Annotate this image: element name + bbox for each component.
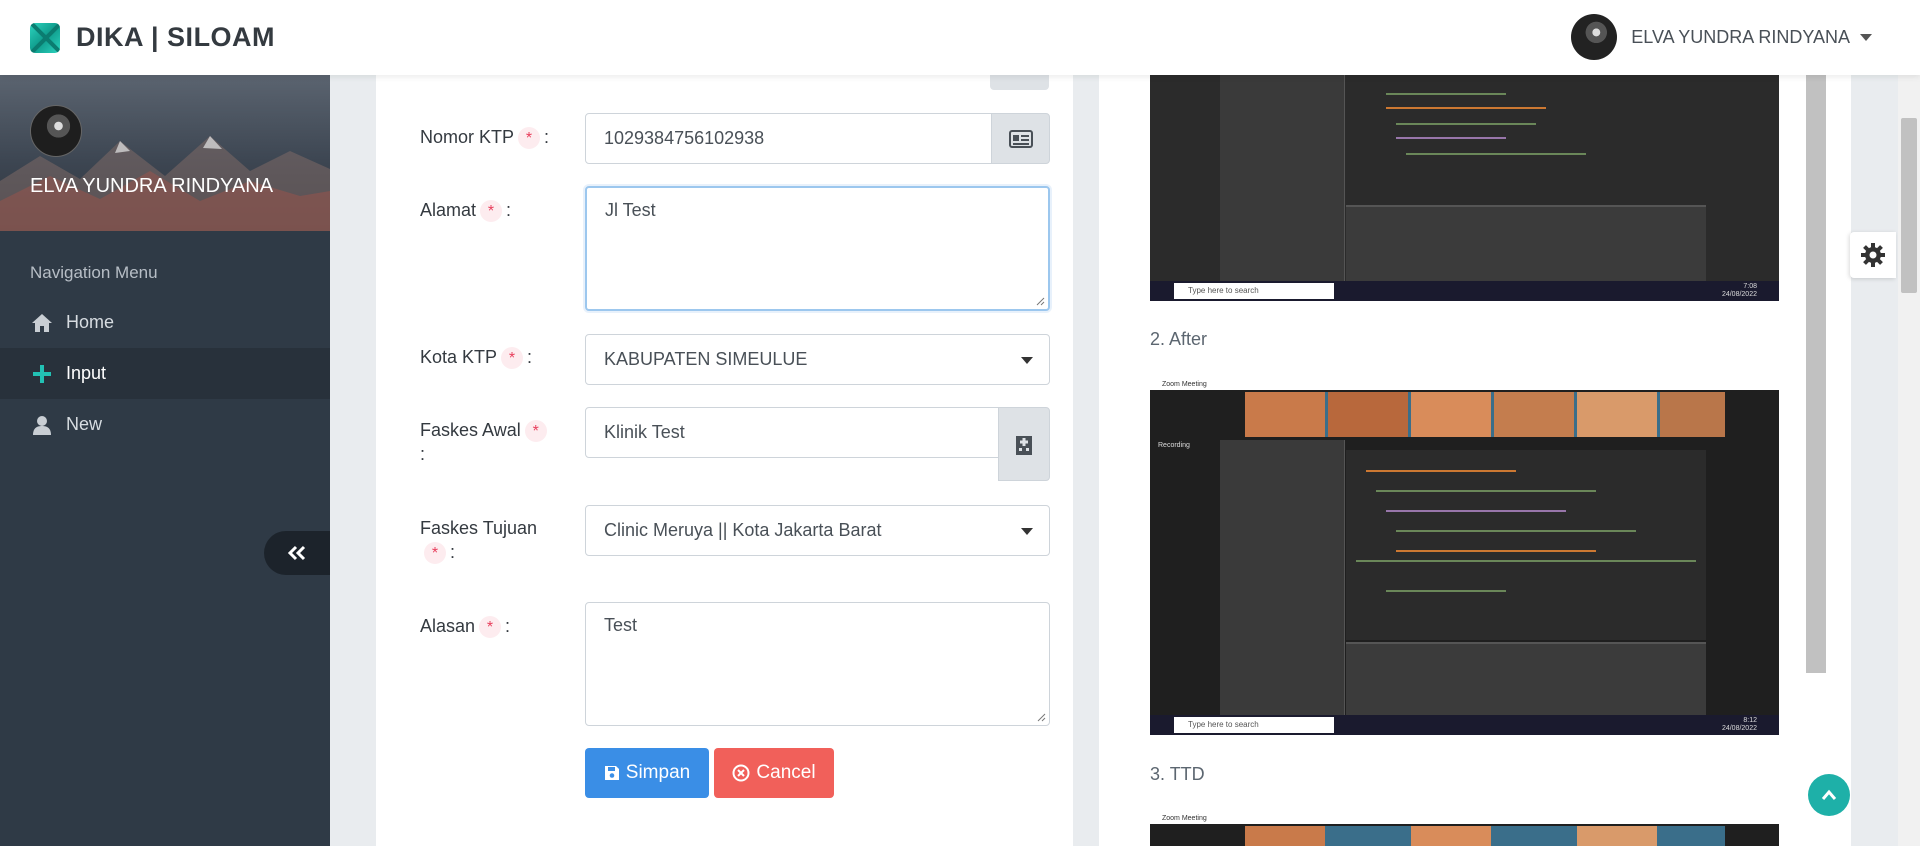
alasan-textarea[interactable]: Test	[585, 602, 1050, 726]
cancel-button[interactable]: Cancel	[714, 748, 834, 798]
scrollbar-thumb[interactable]	[1901, 118, 1917, 293]
faskes-awal-input[interactable]: Klinik Test	[585, 407, 999, 458]
id-card-addon	[991, 113, 1050, 164]
ttd-heading: 3. TTD	[1150, 764, 1205, 784]
nomor-ktp-input[interactable]: 1029384756102938	[585, 113, 992, 164]
user-icon	[30, 414, 54, 436]
gear-icon	[1861, 243, 1885, 267]
sidebar-item-label: Home	[66, 312, 115, 332]
brand-name: DIKA | SILOAM	[76, 22, 276, 52]
floppy-disk-icon	[604, 765, 620, 781]
header-user-name: ELVA YUNDRA RINDYANA	[1631, 26, 1850, 47]
required-mark: *	[501, 347, 524, 370]
taskbar-clock: 8:12 24/08/2022	[1721, 717, 1757, 732]
resize-handle-icon[interactable]	[1036, 712, 1046, 722]
user-menu-dropdown[interactable]: ELVA YUNDRA RINDYANA	[1571, 14, 1872, 60]
avatar	[1571, 14, 1618, 60]
zoom-title: Zoom Meeting	[1150, 380, 1779, 390]
id-card-icon	[1008, 129, 1033, 148]
caret-down-icon	[1860, 33, 1872, 41]
required-mark: *	[424, 542, 446, 565]
sidebar: ELVA YUNDRA RINDYANA Navigation Menu Hom…	[0, 75, 330, 846]
hospital-icon	[1016, 436, 1032, 455]
caret-down-icon	[1021, 356, 1033, 364]
alamat-textarea[interactable]: Jl Test	[585, 186, 1050, 311]
circle-x-icon	[732, 764, 750, 782]
required-mark: *	[524, 420, 547, 443]
sidebar-item-new[interactable]: New	[0, 399, 330, 450]
sidebar-item-home[interactable]: Home	[0, 297, 330, 348]
kota-ktp-select[interactable]: KABUPATEN SIMEULUE	[585, 334, 1050, 385]
nomor-ktp-value: 1029384756102938	[604, 128, 765, 148]
after-heading: 2. After	[1150, 329, 1208, 349]
required-mark: *	[480, 200, 503, 223]
ttd-screenshot-image: Zoom Meeting	[1150, 814, 1779, 846]
sidebar-item-input[interactable]: Input	[0, 348, 330, 399]
kota-ktp-value: KABUPATEN SIMEULUE	[604, 349, 808, 369]
brand[interactable]: DIKA | SILOAM	[30, 22, 275, 53]
save-button-label: Simpan	[625, 762, 691, 783]
home-icon	[30, 312, 54, 334]
back-to-top-button[interactable]	[1808, 774, 1850, 816]
recording-label: Recording	[1158, 442, 1190, 449]
hospital-addon	[998, 407, 1050, 481]
settings-button[interactable]	[1850, 232, 1896, 278]
sidebar-item-label: Input	[66, 363, 107, 383]
faskes-tujuan-select[interactable]: Clinic Meruya || Kota Jakarta Barat	[585, 505, 1050, 556]
faskes-tujuan-value: Clinic Meruya || Kota Jakarta Barat	[604, 520, 882, 540]
required-mark: *	[518, 127, 541, 150]
after-screenshot-image: Zoom Meeting Recording Type here to sear…	[1150, 380, 1779, 735]
before-screenshot-image: Type here to search 7:08 24/08/2022	[1150, 75, 1779, 301]
nomor-ktp-label: Nomor KTP *:	[420, 127, 550, 150]
zoom-title: Zoom Meeting	[1150, 814, 1779, 824]
resize-handle-icon[interactable]	[1035, 296, 1045, 306]
required-mark: *	[479, 616, 502, 639]
alasan-value: Test	[604, 615, 638, 635]
nav-header: Navigation Menu	[30, 263, 158, 282]
save-button[interactable]: Simpan	[585, 748, 709, 798]
chevron-up-icon	[1821, 789, 1837, 800]
sidebar-profile-name: ELVA YUNDRA RINDYANA	[30, 175, 274, 197]
cancel-button-label: Cancel	[756, 762, 816, 783]
inner-scrollbar[interactable]	[1806, 75, 1826, 673]
page-scrollbar[interactable]	[1898, 0, 1920, 846]
faskes-awal-value: Klinik Test	[604, 422, 685, 442]
faskes-tujuan-label: Faskes Tujuan *:	[420, 518, 538, 565]
sidebar-profile: ELVA YUNDRA RINDYANA	[0, 75, 330, 231]
alasan-label: Alasan *:	[420, 616, 511, 639]
taskbar-search: Type here to search	[1174, 717, 1334, 733]
plus-icon	[30, 363, 54, 385]
alamat-value: Jl Test	[605, 200, 656, 220]
double-chevron-left-icon	[287, 545, 306, 561]
brand-logo-icon	[30, 22, 60, 53]
kota-ktp-label: Kota KTP *:	[420, 347, 533, 370]
right-gutter	[1851, 75, 1898, 846]
partial-button[interactable]	[990, 75, 1049, 90]
sidebar-avatar	[30, 105, 82, 157]
faskes-awal-label: Faskes Awal *:	[420, 418, 570, 466]
top-navbar: DIKA | SILOAM ELVA YUNDRA RINDYANA	[0, 0, 1920, 75]
sidebar-collapse-button[interactable]	[264, 531, 330, 575]
taskbar-search: Type here to search	[1174, 283, 1334, 299]
alamat-label: Alamat *:	[420, 200, 512, 223]
taskbar-clock: 7:08 24/08/2022	[1721, 283, 1757, 298]
caret-down-icon	[1021, 527, 1033, 535]
sidebar-item-label: New	[66, 414, 103, 434]
